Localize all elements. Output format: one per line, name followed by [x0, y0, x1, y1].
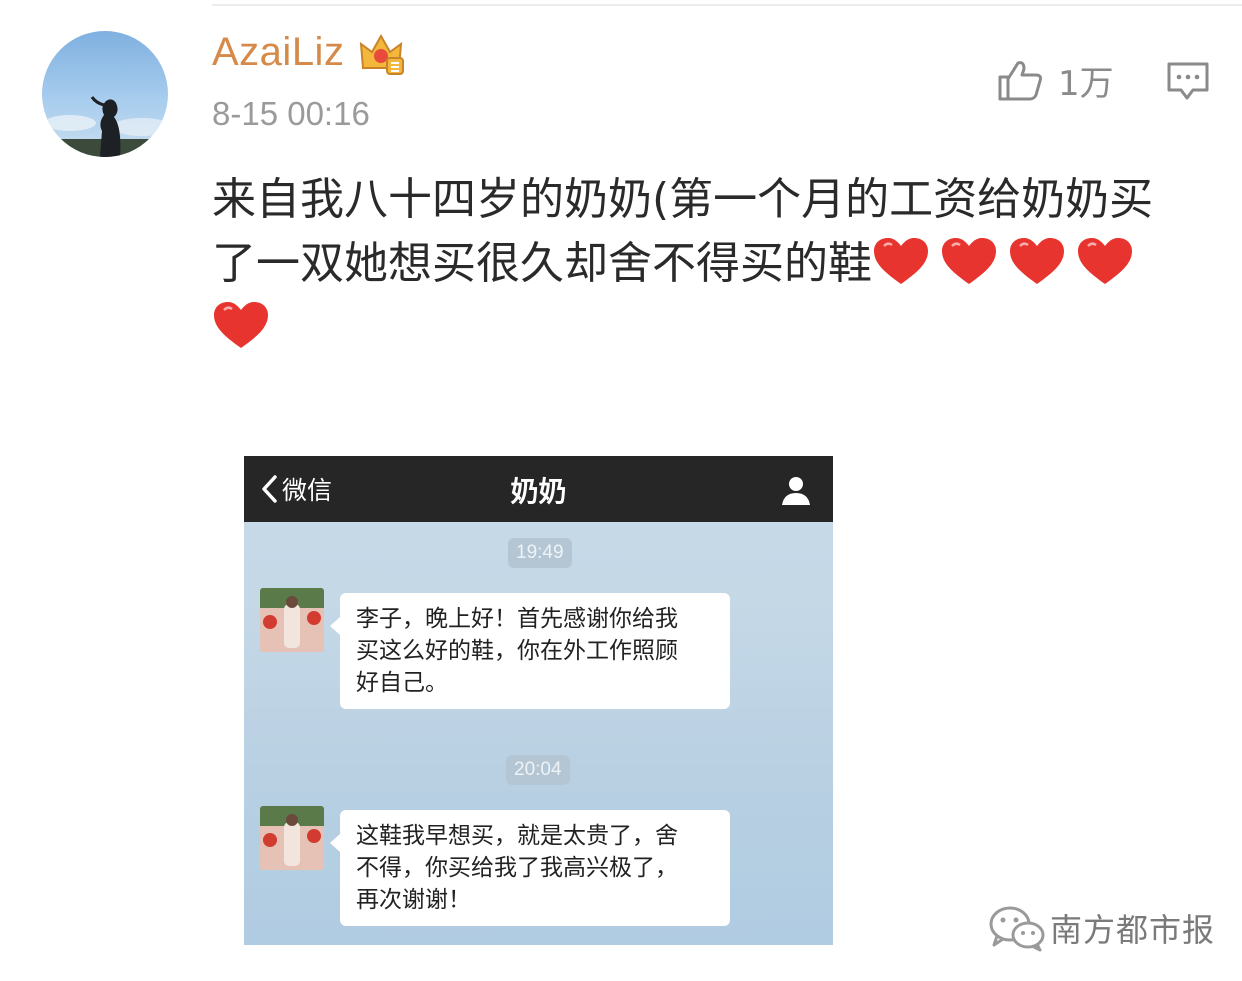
- person-icon[interactable]: [780, 474, 812, 506]
- post-timestamp: 8-15 00:16: [212, 95, 370, 132]
- message-time: 20:04: [506, 755, 570, 785]
- username[interactable]: AzaiLiz: [212, 30, 344, 75]
- message-line: 李子，晚上好！首先感谢你给我: [356, 606, 678, 632]
- contact-avatar[interactable]: [260, 588, 324, 652]
- hearts-group: [212, 296, 1202, 360]
- post-text: 来自我八十四岁的奶奶(第一个月的工资给奶奶买 了一双她想买很久却舍不得买的鞋: [212, 168, 1202, 360]
- like-count: 1万: [1058, 63, 1114, 104]
- heart-icon: [214, 302, 268, 348]
- watermark-text: 南方都市报: [1050, 911, 1216, 949]
- message-time: 19:49: [508, 538, 572, 568]
- message-line: 不得，你买给我了我高兴极了，: [356, 855, 678, 881]
- comment-icon[interactable]: [1166, 60, 1210, 102]
- like-button[interactable]: 1万: [996, 55, 1114, 105]
- message-bubble: 这鞋我早想买，就是太贵了，舍 不得，你买给我了我高兴极了， 再次谢谢！: [330, 810, 730, 926]
- heart-icon: [874, 238, 928, 284]
- hearts-group: [872, 238, 1144, 289]
- heart-icon: [1010, 238, 1064, 284]
- crown-badge-icon: [359, 33, 404, 75]
- post-text-line: 来自我八十四岁的奶奶(第一个月的工资给奶奶买: [212, 174, 1154, 225]
- post-text-line-with-hearts: 了一双她想买很久却舍不得买的鞋: [212, 232, 1202, 296]
- message-line: 再次谢谢！: [356, 887, 471, 913]
- heart-icon: [1078, 238, 1132, 284]
- thumbs-up-icon: [998, 61, 1042, 101]
- post-text-line: 了一双她想买很久却舍不得买的鞋: [212, 238, 872, 289]
- chat-title: 奶奶: [510, 475, 567, 508]
- wechat-icon: [989, 906, 1045, 952]
- chat-header: 微信 奶奶: [244, 456, 833, 522]
- watermark: 南方都市报: [988, 900, 1215, 956]
- message-line: 买这么好的鞋，你在外工作照顾: [356, 638, 678, 664]
- embedded-chat-image: 微信 奶奶 19:49 李子，晚上好！首先感谢你给我 买这么好的鞋，你在外工作照…: [244, 456, 833, 945]
- message-bubble: 李子，晚上好！首先感谢你给我 买这么好的鞋，你在外工作照顾 好自己。: [330, 593, 730, 709]
- avatar[interactable]: [42, 31, 168, 157]
- message-line: 好自己。: [356, 670, 448, 696]
- contact-avatar[interactable]: [260, 806, 324, 870]
- heart-icon: [942, 238, 996, 284]
- top-divider: [212, 4, 1242, 6]
- message-line: 这鞋我早想买，就是太贵了，舍: [356, 823, 678, 849]
